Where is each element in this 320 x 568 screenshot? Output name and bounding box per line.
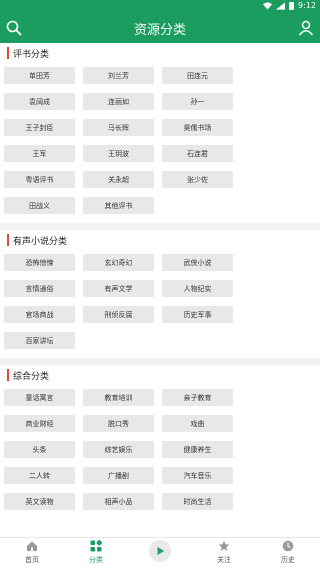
category-chip[interactable]: 商业财经: [4, 415, 75, 432]
section-header: 有声小说分类: [0, 230, 320, 250]
category-chip[interactable]: 时尚生活: [162, 493, 233, 510]
tab-label: 首页: [25, 556, 39, 564]
clock-icon: [282, 540, 294, 552]
category-chip[interactable]: 头条: [4, 441, 75, 458]
category-chip[interactable]: 脱口秀: [83, 415, 154, 432]
section-header: 评书分类: [0, 43, 320, 63]
signal-icon: [276, 2, 286, 10]
category-chip[interactable]: 王子封臣: [4, 119, 75, 136]
tab-label: 分类: [89, 556, 103, 564]
category-chip[interactable]: 田连元: [162, 67, 233, 84]
app-bar: 资源分类: [0, 13, 320, 43]
category-chip[interactable]: 恐怖惊悚: [4, 254, 75, 271]
category-chip[interactable]: 戏曲: [162, 415, 233, 432]
section-divider: [0, 358, 320, 365]
play-button[interactable]: [149, 540, 171, 562]
section-title: 评书分类: [13, 49, 50, 60]
category-chip[interactable]: 连丽如: [83, 93, 154, 110]
category-chip[interactable]: 历史军事: [162, 306, 233, 323]
section-accent-bar: [7, 234, 9, 246]
section-audio-novel: 有声小说分类 恐怖惊悚 玄幻奇幻 武侠小说 言情通俗 有声文学 人物纪实 官场商…: [0, 230, 320, 358]
battery-icon: [289, 2, 295, 10]
category-chip[interactable]: 健康养生: [162, 441, 233, 458]
tab-follow[interactable]: 关注: [192, 538, 256, 568]
section-accent-bar: [7, 369, 9, 381]
section-divider: [0, 223, 320, 230]
category-chip[interactable]: 广播剧: [83, 467, 154, 484]
category-chip[interactable]: 张少佐: [162, 171, 233, 188]
category-content: 评书分类 单田芳 刘兰芳 田连元 袁阔成 连丽如 孙一 王子封臣 马长辉 昊儒书…: [0, 43, 320, 537]
category-chip[interactable]: 汽车音乐: [162, 467, 233, 484]
section-title: 有声小说分类: [13, 236, 68, 247]
category-chip[interactable]: 田战义: [4, 197, 75, 214]
category-chip[interactable]: 百家讲坛: [4, 332, 75, 349]
play-icon: [157, 547, 164, 555]
tab-label: 关注: [217, 556, 231, 564]
tab-player[interactable]: [128, 538, 192, 568]
tab-history[interactable]: 历史: [256, 538, 320, 568]
tab-category[interactable]: 分类: [64, 538, 128, 568]
category-chip[interactable]: 童话寓言: [4, 389, 75, 406]
category-chip[interactable]: 刑侦反腐: [83, 306, 154, 323]
category-chip[interactable]: 马长辉: [83, 119, 154, 136]
category-chip[interactable]: 王军: [4, 145, 75, 162]
section-header: 综合分类: [0, 365, 320, 385]
category-chip[interactable]: 综艺娱乐: [83, 441, 154, 458]
section-general: 综合分类 童话寓言 教育培训 亲子教育 商业财经 脱口秀 戏曲 头条 综艺娱乐 …: [0, 365, 320, 519]
star-icon: [218, 540, 230, 551]
category-chip[interactable]: 英文读物: [4, 493, 75, 510]
category-chip[interactable]: 言情通俗: [4, 280, 75, 297]
category-chip[interactable]: 亲子教育: [162, 389, 233, 406]
category-chip[interactable]: 玄幻奇幻: [83, 254, 154, 271]
section-title: 综合分类: [13, 371, 50, 382]
category-chip[interactable]: 王玥波: [83, 145, 154, 162]
category-chip[interactable]: 二人转: [4, 467, 75, 484]
grid-icon: [90, 540, 102, 552]
category-chip[interactable]: 人物纪实: [162, 280, 233, 297]
category-chip[interactable]: 孙一: [162, 93, 233, 110]
category-chip[interactable]: 刘兰芳: [83, 67, 154, 84]
home-icon: [27, 541, 37, 551]
category-chip[interactable]: 石连君: [162, 145, 233, 162]
user-icon[interactable]: [297, 19, 315, 37]
tab-label: 历史: [281, 556, 295, 564]
tab-home[interactable]: 首页: [0, 538, 64, 568]
page-title: 资源分类: [133, 23, 186, 38]
category-chip[interactable]: 单田芳: [4, 67, 75, 84]
status-bar: 9:12: [0, 0, 320, 13]
category-chip[interactable]: 教育培训: [83, 389, 154, 406]
category-chip[interactable]: 有声文学: [83, 280, 154, 297]
category-chip[interactable]: 其他评书: [83, 197, 154, 214]
category-chip[interactable]: 关永超: [83, 171, 154, 188]
category-chip[interactable]: 官场商战: [4, 306, 75, 323]
category-chip[interactable]: 昊儒书场: [162, 119, 233, 136]
category-chip[interactable]: 袁阔成: [4, 93, 75, 110]
category-chip[interactable]: 武侠小说: [162, 254, 233, 271]
category-chip[interactable]: 相声小品: [83, 493, 154, 510]
bottom-tab-bar: 首页 分类 关注 历史: [0, 537, 320, 568]
category-chip[interactable]: 粤语评书: [4, 171, 75, 188]
section-accent-bar: [7, 47, 9, 59]
wifi-icon: [263, 2, 273, 10]
section-storytelling: 评书分类 单田芳 刘兰芳 田连元 袁阔成 连丽如 孙一 王子封臣 马长辉 昊儒书…: [0, 43, 320, 223]
status-time: 9:12: [298, 1, 316, 10]
